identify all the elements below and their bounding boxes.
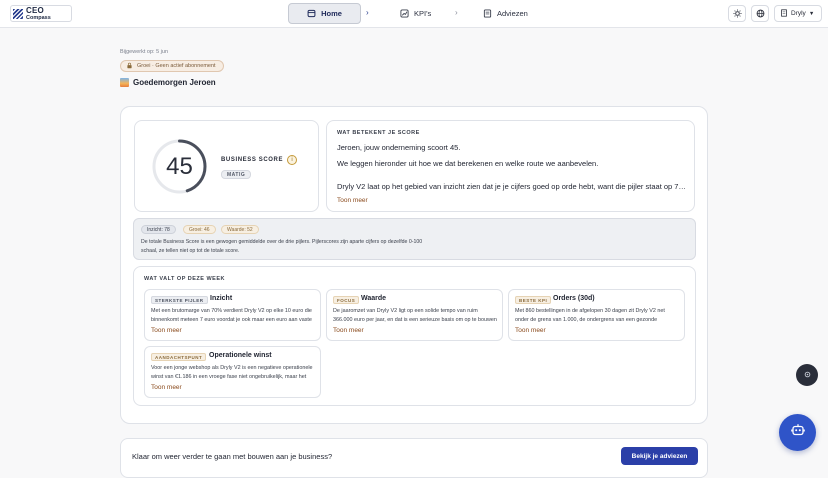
cta-bar: Klaar om weer verder te gaan met bouwen …: [120, 438, 708, 478]
nav-tab-advice-label: Adviezen: [497, 9, 528, 18]
building-icon: [780, 8, 788, 19]
gear-icon: [803, 366, 812, 384]
chevron-right-icon: ›: [455, 8, 458, 17]
globe-icon: [756, 5, 765, 23]
cta-text: Klaar om weer verder te gaan met bouwen …: [132, 452, 333, 461]
explanation-line-2: We leggen hieronder uit hoe we dat berek…: [337, 159, 599, 168]
greeting-text: Goedemorgen Jeroen: [133, 78, 216, 87]
company-switcher[interactable]: Dryly ▼: [774, 5, 822, 22]
lock-icon: [126, 62, 133, 71]
highlight-show-more-link[interactable]: Toon meer: [151, 384, 182, 391]
business-score-label: BUSINESS SCORE: [221, 157, 284, 163]
explanation-show-more-link[interactable]: Toon meer: [337, 197, 368, 204]
pillar-badge-insight: Inzicht: 78: [141, 225, 176, 234]
highlight-item: STERKSTE PIJLER Inzicht Met een brutomar…: [144, 289, 321, 341]
highlight-tag: STERKSTE PIJLER: [151, 296, 208, 304]
highlight-text: Met een brutomarge van 70% verdient Dryl…: [151, 308, 312, 323]
highlight-show-more-link[interactable]: Toon meer: [515, 327, 546, 334]
nav-tab-kpis[interactable]: KPI's: [400, 3, 431, 24]
business-score-card: 45 BUSINESS SCORE i MATIG: [134, 120, 319, 212]
home-icon: [307, 9, 316, 18]
highlight-text: Voor een jonge webshop als Dryly V2 is e…: [151, 365, 313, 380]
chevron-right-icon: ›: [366, 8, 369, 17]
highlight-tag: FOCUS: [333, 296, 360, 304]
highlight-tag: AANDACHTSPUNT: [151, 353, 207, 361]
chevron-down-icon: ▼: [808, 10, 815, 17]
business-score-value: 45: [166, 152, 193, 180]
explanation-line-1: Jeroen, jouw onderneming scoort 45.: [337, 143, 461, 152]
highlight-show-more-link[interactable]: Toon meer: [151, 327, 182, 334]
greeting: Goedemorgen Jeroen: [120, 78, 216, 87]
info-icon[interactable]: i: [287, 155, 297, 165]
logo-text-compass: Compass: [26, 14, 51, 21]
plan-status-badge: Groei · Geen actief abonnement: [120, 60, 224, 72]
last-updated-text: Bijgewerkt op: 5 jun: [120, 49, 168, 55]
sun-icon: [732, 5, 742, 23]
pillar-scores-panel: Inzicht: 78 Groei: 46 Waarde: 52 De tota…: [133, 218, 696, 260]
ceo-compass-logo[interactable]: CEO Compass: [10, 5, 72, 22]
pillar-badge-growth: Groei: 46: [183, 225, 216, 234]
sunrise-icon: [120, 78, 129, 87]
assistant-chat-button[interactable]: [779, 414, 816, 451]
explanation-line-3: Dryly V2 laat op het gebied van inzicht …: [337, 182, 686, 191]
highlight-title: Inzicht: [210, 295, 233, 302]
highlight-text: De jaaromzet van Dryly V2 ligt op een so…: [333, 308, 497, 323]
highlight-text: Met 860 bestellingen in de afgelopen 30 …: [515, 308, 665, 323]
dashboard-card: 45 BUSINESS SCORE i MATIG WAT BETEKENT J…: [120, 106, 708, 424]
nav-tab-home[interactable]: Home: [288, 3, 361, 24]
weekly-highlights-title: WAT VALT OP DEZE WEEK: [144, 276, 225, 282]
logo-mark-icon: [13, 9, 23, 19]
settings-fab-button[interactable]: [796, 364, 818, 386]
nav-tab-advice[interactable]: Adviezen: [483, 3, 528, 24]
top-navigation-bar: CEO Compass Home › KPI's › Adviezen Dryl…: [0, 0, 828, 28]
highlight-item: AANDACHTSPUNT Operationele winst Voor ee…: [144, 346, 321, 398]
company-name: Dryly: [791, 10, 806, 17]
highlight-title: Operationele winst: [209, 352, 272, 359]
robot-icon: [790, 423, 805, 442]
language-button[interactable]: [751, 5, 769, 22]
chart-icon: [400, 9, 409, 18]
plan-status-label: Groei · Geen actief abonnement: [137, 63, 216, 69]
view-advice-button[interactable]: Bekijk je adviezen: [621, 447, 698, 465]
score-rating-badge: MATIG: [221, 170, 252, 179]
highlight-item: FOCUS Waarde De jaaromzet van Dryly V2 l…: [326, 289, 503, 341]
score-explanation-card: WAT BETEKENT JE SCORE Jeroen, jouw onder…: [326, 120, 695, 212]
weekly-highlights-card: WAT VALT OP DEZE WEEK STERKSTE PIJLER In…: [133, 266, 696, 406]
pillar-badge-value: Waarde: 52: [221, 225, 259, 234]
highlight-title: Orders (30d): [553, 295, 595, 302]
highlight-item: BESTE KPI Orders (30d) Met 860 bestellin…: [508, 289, 685, 341]
explanation-title: WAT BETEKENT JE SCORE: [337, 130, 420, 136]
nav-tab-kpis-label: KPI's: [414, 9, 432, 18]
theme-toggle-button[interactable]: [728, 5, 746, 22]
document-icon: [483, 9, 492, 18]
highlight-show-more-link[interactable]: Toon meer: [333, 327, 364, 334]
nav-tab-home-label: Home: [321, 9, 342, 18]
highlight-tag: BESTE KPI: [515, 296, 552, 304]
highlight-title: Waarde: [361, 295, 387, 302]
pillar-description: De totale Business Score is een gewogen …: [141, 239, 423, 254]
